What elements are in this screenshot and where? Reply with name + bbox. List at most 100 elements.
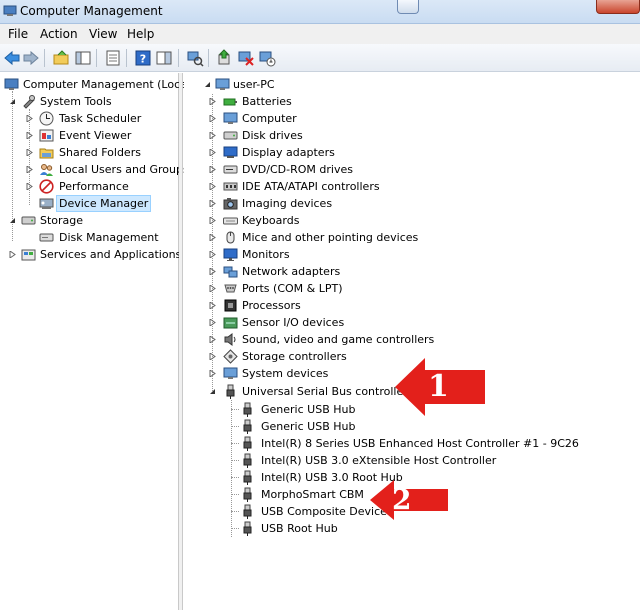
expand-arrow-icon[interactable]: [209, 285, 216, 292]
category-display-adapters[interactable]: Display adapters: [184, 144, 640, 161]
menu-help[interactable]: Help: [127, 27, 154, 41]
tree-item-device-manager[interactable]: Device Manager: [0, 195, 179, 212]
category-ports[interactable]: Ports (COM & LPT): [184, 280, 640, 297]
expand-arrow-icon[interactable]: [26, 166, 33, 173]
category-dvd-drives[interactable]: DVD/CD-ROM drives: [184, 161, 640, 178]
computer-management-icon: [4, 78, 19, 90]
minimize-button[interactable]: [397, 0, 419, 14]
uninstall-device-icon[interactable]: [237, 49, 255, 67]
expand-arrow-icon[interactable]: [26, 132, 33, 139]
expand-arrow-icon[interactable]: [209, 115, 216, 122]
category-mice[interactable]: Mice and other pointing devices: [184, 229, 640, 246]
tree-item-event-viewer[interactable]: Event Viewer: [0, 127, 179, 144]
usb-icon: [243, 402, 252, 417]
tree-item-system-tools[interactable]: System Tools: [0, 93, 179, 110]
expand-arrow-icon[interactable]: [209, 251, 216, 258]
mouse-icon: [226, 231, 235, 244]
expand-arrow-icon[interactable]: [209, 353, 216, 360]
camera-icon: [223, 198, 238, 210]
expand-arrow-icon[interactable]: [209, 234, 216, 241]
usb-device-label: Intel(R) USB 3.0 eXtensible Host Control…: [261, 454, 497, 467]
category-monitors[interactable]: Monitors: [184, 246, 640, 263]
category-network-adapters[interactable]: Network adapters: [184, 263, 640, 280]
category-batteries[interactable]: Batteries: [184, 93, 640, 110]
expand-arrow-icon[interactable]: [209, 336, 216, 343]
category-imaging-devices[interactable]: Imaging devices: [184, 195, 640, 212]
expand-arrow-icon[interactable]: [209, 268, 216, 275]
expand-arrow-icon[interactable]: [26, 183, 33, 190]
collapse-arrow-icon[interactable]: [204, 81, 211, 88]
scan-hardware-icon[interactable]: [186, 49, 204, 67]
menu-view[interactable]: View: [89, 27, 117, 41]
ide-controller-icon: [223, 182, 238, 191]
disk-drive-icon: [223, 131, 238, 140]
category-label: Monitors: [242, 248, 290, 261]
tree-item-task-scheduler[interactable]: Task Scheduler: [0, 110, 179, 127]
category-computer[interactable]: Computer: [184, 110, 640, 127]
tree-item-services-and-applications[interactable]: Services and Applications: [0, 246, 181, 263]
expand-arrow-icon[interactable]: [209, 132, 216, 139]
expand-arrow-icon[interactable]: [209, 183, 216, 190]
category-processors[interactable]: Processors: [184, 297, 640, 314]
collapse-arrow-icon[interactable]: [209, 388, 216, 395]
tree-item-local-users[interactable]: Local Users and Groups: [0, 161, 189, 178]
usb-icon: [243, 521, 252, 536]
tree-item-storage[interactable]: Storage: [0, 212, 179, 229]
monitor-icon: [223, 248, 238, 261]
tree-item-label: System Tools: [40, 95, 112, 108]
expand-arrow-icon[interactable]: [209, 200, 216, 207]
device-tree-root[interactable]: user-PC: [184, 76, 640, 93]
expand-arrow-icon[interactable]: [9, 251, 16, 258]
pane-splitter[interactable]: [179, 73, 183, 610]
view-pane-icon[interactable]: [155, 49, 173, 67]
expand-arrow-icon[interactable]: [209, 149, 216, 156]
properties-icon[interactable]: [104, 49, 122, 67]
disable-device-icon[interactable]: [258, 49, 276, 67]
show-hide-tree-icon[interactable]: [74, 49, 92, 67]
expand-arrow-icon[interactable]: [209, 166, 216, 173]
category-sensor-io[interactable]: Sensor I/O devices: [184, 314, 640, 331]
category-ide-controllers[interactable]: IDE ATA/ATAPI controllers: [184, 178, 640, 195]
tree-item-disk-management[interactable]: Disk Management: [0, 229, 179, 246]
tree-item-label: Device Manager: [56, 195, 152, 212]
update-driver-icon[interactable]: [216, 49, 234, 67]
usb-device-item[interactable]: Intel(R) 8 Series USB Enhanced Host Cont…: [184, 435, 640, 452]
usb-device-item[interactable]: Generic USB Hub: [184, 418, 640, 435]
close-button[interactable]: [596, 0, 640, 14]
console-tree-pane: Computer Management (Local System Tools …: [0, 73, 190, 610]
tree-item-computer-management[interactable]: Computer Management (Local: [0, 76, 190, 93]
expand-arrow-icon[interactable]: [209, 370, 216, 377]
back-arrow-icon[interactable]: [3, 49, 21, 67]
usb-device-item[interactable]: USB Root Hub: [184, 520, 640, 537]
expand-arrow-icon[interactable]: [209, 98, 216, 105]
battery-icon: [223, 98, 237, 106]
menu-bar: File Action View Help: [0, 24, 640, 44]
category-label: Batteries: [242, 95, 292, 108]
shared-folder-icon: [39, 148, 54, 159]
services-icon: [21, 249, 36, 261]
usb-device-item[interactable]: Intel(R) USB 3.0 eXtensible Host Control…: [184, 452, 640, 469]
category-sound[interactable]: Sound, video and game controllers: [184, 331, 640, 348]
expand-arrow-icon[interactable]: [26, 149, 33, 156]
forward-arrow-icon[interactable]: [22, 49, 40, 67]
computer-icon: [215, 78, 230, 90]
storage-controller-icon: [223, 349, 238, 364]
menu-file[interactable]: File: [8, 27, 28, 41]
dvd-drive-icon: [223, 165, 238, 174]
expand-arrow-icon[interactable]: [26, 115, 33, 122]
help-icon[interactable]: ?: [134, 49, 152, 67]
tree-item-performance[interactable]: Performance: [0, 178, 179, 195]
tree-item-shared-folders[interactable]: Shared Folders: [0, 144, 179, 161]
up-folder-icon[interactable]: [52, 49, 70, 67]
event-viewer-icon: [39, 129, 54, 142]
category-keyboards[interactable]: Keyboards: [184, 212, 640, 229]
collapse-arrow-icon[interactable]: [9, 98, 16, 105]
expand-arrow-icon[interactable]: [209, 319, 216, 326]
collapse-arrow-icon[interactable]: [9, 217, 16, 224]
usb-icon: [226, 384, 235, 399]
tree-item-label: Computer Management (Local: [23, 78, 190, 91]
category-disk-drives[interactable]: Disk drives: [184, 127, 640, 144]
menu-action[interactable]: Action: [40, 27, 78, 41]
expand-arrow-icon[interactable]: [209, 302, 216, 309]
expand-arrow-icon[interactable]: [209, 217, 216, 224]
